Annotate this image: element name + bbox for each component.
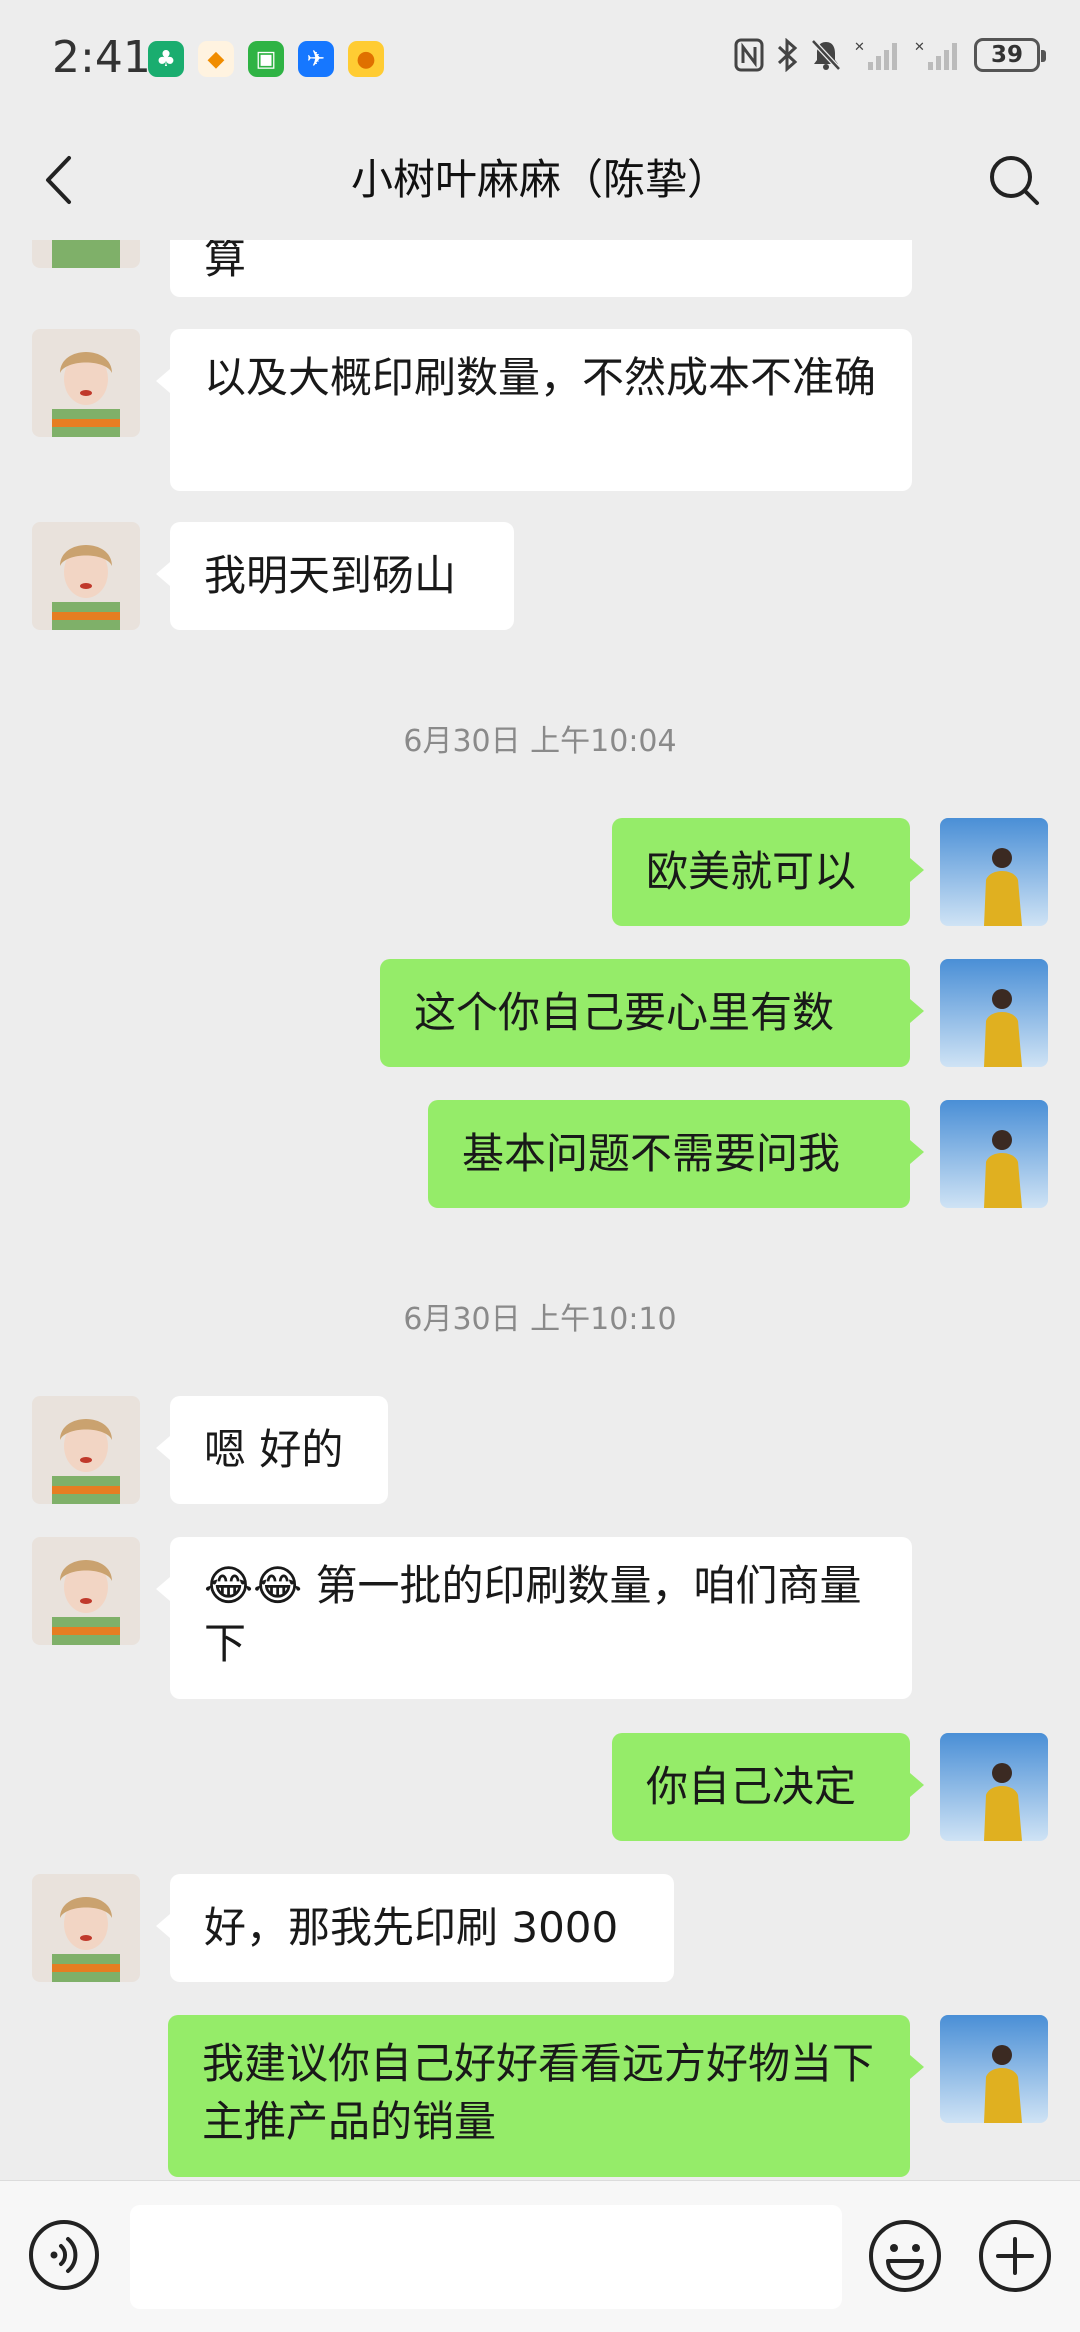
contact-avatar[interactable] <box>32 329 140 437</box>
smiley-icon <box>869 2220 941 2292</box>
svg-text:✕: ✕ <box>914 40 925 55</box>
message-bubble[interactable]: 以及大概印刷数量，不然成本不准确 <box>156 329 912 491</box>
man-avatar-icon <box>940 1733 1048 1841</box>
message-text: 欧美就可以 <box>646 847 857 896</box>
man-avatar-icon <box>940 959 1048 1067</box>
woman-avatar-icon <box>32 1396 140 1504</box>
self-avatar[interactable] <box>940 2015 1048 2123</box>
message-text: 算 <box>204 240 247 283</box>
chevron-left-icon <box>46 156 71 204</box>
more-actions-button[interactable] <box>978 2219 1052 2293</box>
status-bar: 2:41 ♣ ◆ ▣ ✈ ● ✕ ✕ 39 <box>0 0 1080 120</box>
message-list[interactable]: 算 以及大概印刷数量，不然成本不准确 我明天到砀山 6月30日 上午10:04 … <box>0 240 1080 2180</box>
chat-title: 小树叶麻麻（陈挚） <box>350 155 729 204</box>
man-avatar-icon <box>940 818 1048 926</box>
signal-2-icon: ✕ <box>914 38 962 72</box>
message-text: 我明天到砀山 <box>204 551 457 600</box>
chat-header: 小树叶麻麻（陈挚） <box>0 120 1080 240</box>
bluetooth-icon <box>776 38 798 72</box>
woman-avatar-icon <box>32 1537 140 1645</box>
voice-icon <box>29 2220 99 2290</box>
green-app-icon: ▣ <box>248 41 284 77</box>
message-text: 以及大概印刷数量，不然成本不准确 <box>204 353 877 402</box>
message-bubble[interactable]: 嗯 好的 <box>156 1396 388 1504</box>
message-text: 嗯 好的 <box>204 1425 344 1474</box>
status-time: 2:41 <box>52 32 151 83</box>
woman-avatar-icon <box>32 522 140 630</box>
message-bubble[interactable]: 算 <box>170 240 912 297</box>
woman-avatar-icon <box>32 1874 140 1982</box>
message-text: 你自己决定 <box>646 1762 857 1811</box>
contact-avatar[interactable] <box>32 240 140 268</box>
contact-avatar[interactable] <box>32 1874 140 1982</box>
emoji-button[interactable] <box>868 2219 942 2293</box>
message-text: 基本问题不需要问我 <box>462 1129 841 1178</box>
plus-circle-icon <box>979 2220 1051 2292</box>
contact-avatar[interactable] <box>32 1537 140 1645</box>
voice-input-button[interactable] <box>28 2219 100 2291</box>
battery-indicator: 39 <box>974 38 1046 72</box>
contact-avatar[interactable] <box>32 1396 140 1504</box>
duck-app-icon: ● <box>348 41 384 77</box>
svg-text:✕: ✕ <box>854 40 865 55</box>
message-bubble[interactable]: 好，那我先印刷 3000 <box>156 1874 674 1982</box>
mute-bell-icon <box>810 38 842 72</box>
woman-avatar-icon <box>32 240 140 268</box>
self-avatar[interactable] <box>940 959 1048 1067</box>
message-text: 😂😂 第一批的印刷数量，咱们商量下 <box>204 1561 862 1668</box>
message-bubble[interactable]: 你自己决定 <box>612 1733 924 1841</box>
message-bubble[interactable]: 这个你自己要心里有数 <box>380 959 924 1067</box>
courier-app-icon: ◆ <box>198 41 234 77</box>
message-text: 这个你自己要心里有数 <box>414 988 835 1037</box>
man-avatar-icon <box>940 2015 1048 2123</box>
self-avatar[interactable] <box>940 1733 1048 1841</box>
message-bubble[interactable]: 😂😂 第一批的印刷数量，咱们商量下 <box>156 1537 912 1699</box>
nfc-icon <box>734 38 764 72</box>
self-avatar[interactable] <box>940 818 1048 926</box>
notification-app-icons: ♣ ◆ ▣ ✈ ● <box>148 41 384 77</box>
contact-avatar[interactable] <box>32 522 140 630</box>
signal-1-icon: ✕ <box>854 38 902 72</box>
message-bubble[interactable]: 我明天到砀山 <box>156 522 514 630</box>
message-text: 我建议你自己好好看看远方好物当下主推产品的销量 <box>202 2039 875 2146</box>
input-bar <box>0 2180 1080 2332</box>
search-button[interactable] <box>978 144 1050 216</box>
message-input[interactable] <box>130 2205 842 2309</box>
timestamp: 6月30日 上午10:04 <box>403 724 677 759</box>
timestamp: 6月30日 上午10:10 <box>403 1302 677 1337</box>
search-icon <box>990 156 1039 205</box>
flight-app-icon: ✈ <box>298 41 334 77</box>
message-bubble[interactable]: 我建议你自己好好看看远方好物当下主推产品的销量 <box>168 2015 924 2177</box>
man-avatar-icon <box>940 1100 1048 1208</box>
tree-app-icon: ♣ <box>148 41 184 77</box>
back-button[interactable] <box>30 144 86 216</box>
self-avatar[interactable] <box>940 1100 1048 1208</box>
message-bubble[interactable]: 基本问题不需要问我 <box>428 1100 924 1208</box>
message-bubble[interactable]: 欧美就可以 <box>612 818 924 926</box>
woman-avatar-icon <box>32 329 140 437</box>
system-status-icons: ✕ ✕ 39 <box>734 38 1046 72</box>
message-text: 好，那我先印刷 3000 <box>204 1903 619 1952</box>
